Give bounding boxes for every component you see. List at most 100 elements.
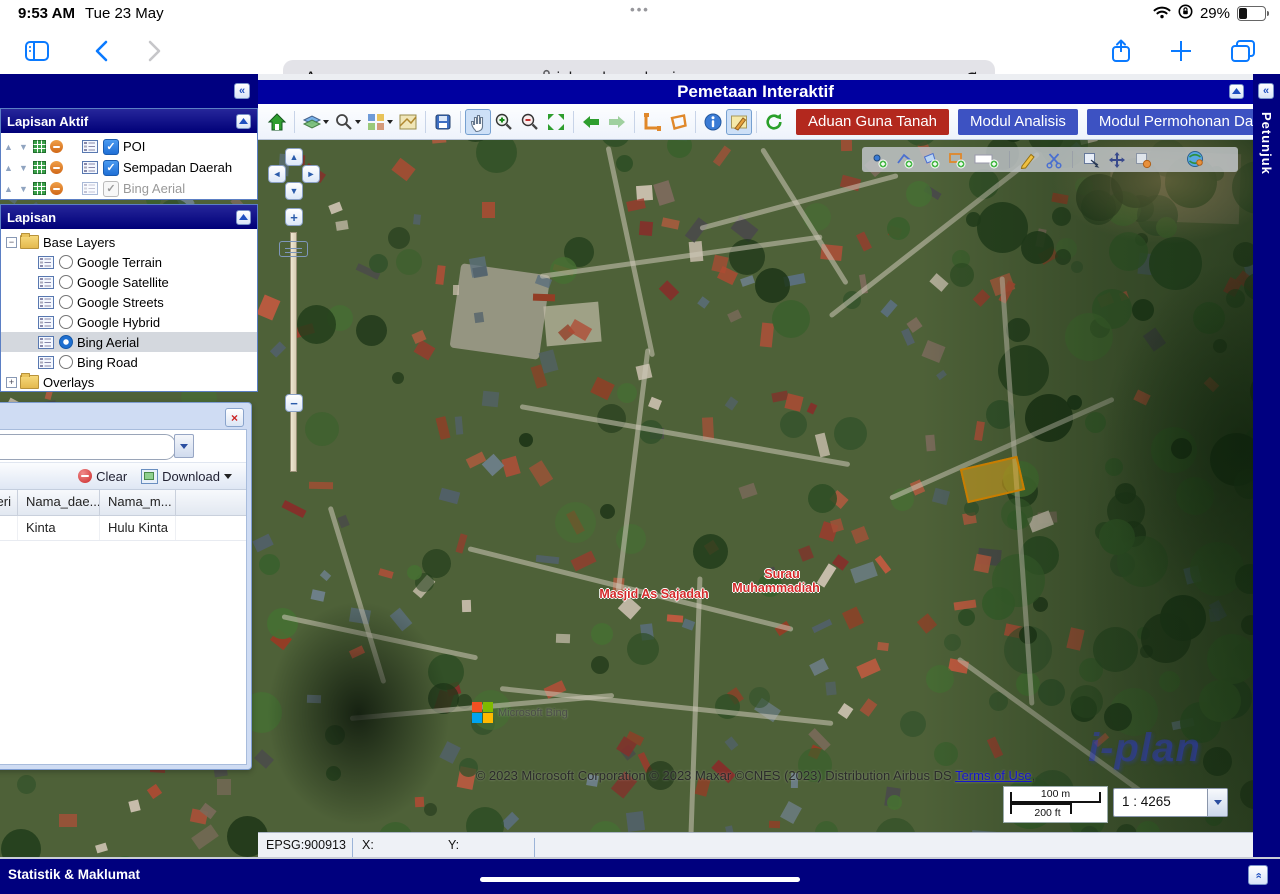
legend-icon[interactable] — [82, 161, 98, 174]
edit-pencil-icon[interactable] — [1015, 149, 1041, 170]
close-icon[interactable]: × — [225, 408, 244, 427]
remove-icon[interactable] — [50, 161, 63, 174]
remove-icon[interactable] — [50, 140, 63, 153]
column-header[interactable]: Nama_dae... — [18, 490, 100, 515]
legend-icon[interactable] — [38, 316, 54, 329]
zoom-slider-handle[interactable] — [279, 241, 308, 257]
clear-selection-icon[interactable] — [1130, 149, 1156, 170]
back-icon[interactable] — [84, 34, 118, 68]
add-line-icon[interactable] — [892, 149, 918, 170]
layers-menu-icon[interactable] — [299, 109, 331, 135]
home-icon[interactable] — [264, 109, 290, 135]
radio-selected-icon[interactable] — [59, 335, 73, 349]
forward-icon[interactable] — [138, 34, 172, 68]
tree-layer-row[interactable]: Google Terrain — [1, 252, 257, 272]
chevron-down-icon[interactable] — [1207, 789, 1227, 816]
tree-layer-row[interactable]: Google Hybrid — [1, 312, 257, 332]
zoom-menu-icon[interactable] — [331, 109, 363, 135]
zoom-slider-track[interactable] — [290, 232, 297, 472]
pan-west-button[interactable]: ◄ — [268, 165, 286, 183]
radio-icon[interactable] — [59, 275, 73, 289]
tree-layer-row[interactable]: Bing Road — [1, 352, 257, 372]
clear-button[interactable]: Clear — [78, 469, 127, 484]
measure-length-icon[interactable] — [639, 109, 665, 135]
search-input[interactable] — [0, 434, 176, 460]
radio-icon[interactable] — [59, 255, 73, 269]
add-polygon-icon[interactable] — [918, 149, 944, 170]
pan-north-button[interactable]: ▲ — [285, 148, 303, 166]
legend-icon[interactable] — [38, 256, 54, 269]
tree-layer-row-selected[interactable]: Bing Aerial — [1, 332, 257, 352]
sort-up-icon[interactable]: ▲ — [1, 184, 16, 194]
modul-analisis-button[interactable]: Modul Analisis — [958, 109, 1078, 135]
sidebar-icon[interactable] — [20, 34, 54, 68]
collapse-node-icon[interactable] — [6, 237, 17, 248]
pan-south-button[interactable]: ▼ — [285, 182, 303, 200]
zoom-out-icon[interactable] — [517, 109, 543, 135]
share-icon[interactable] — [1104, 34, 1138, 68]
sort-down-icon[interactable]: ▼ — [16, 142, 31, 152]
refresh-icon[interactable] — [761, 109, 787, 135]
double-chevron-left-icon[interactable]: « — [1258, 83, 1274, 99]
tree-layer-row[interactable]: Google Streets — [1, 292, 257, 312]
add-rectangle-icon[interactable] — [944, 149, 970, 170]
download-button[interactable]: Download — [141, 469, 232, 484]
zoom-in-icon[interactable] — [491, 109, 517, 135]
tree-folder-row[interactable]: Base Layers — [1, 232, 257, 252]
sort-down-icon[interactable]: ▼ — [16, 163, 31, 173]
column-header[interactable]: eri — [0, 490, 18, 515]
terms-of-use-link[interactable]: Terms of Use — [955, 768, 1032, 783]
tree-layer-row[interactable]: Google Satellite — [1, 272, 257, 292]
legend-icon[interactable] — [82, 140, 98, 153]
full-extent-icon[interactable] — [543, 109, 569, 135]
cut-icon[interactable] — [1041, 149, 1067, 170]
radio-icon[interactable] — [59, 355, 73, 369]
add-point-icon[interactable] — [866, 149, 892, 170]
aduan-guna-tanah-button[interactable]: Aduan Guna Tanah — [796, 109, 949, 135]
tree-folder-row[interactable]: Overlays — [1, 372, 257, 392]
chevron-down-icon[interactable] — [174, 434, 194, 458]
legend-icon[interactable] — [38, 276, 54, 289]
new-tab-icon[interactable] — [1164, 34, 1198, 68]
legend-icon[interactable] — [38, 356, 54, 369]
add-label-icon[interactable] — [970, 149, 1004, 170]
select-icon[interactable] — [1078, 149, 1104, 170]
collapse-panel-button[interactable] — [236, 114, 251, 129]
previous-extent-icon[interactable] — [578, 109, 604, 135]
info-icon[interactable] — [700, 109, 726, 135]
table-icon[interactable] — [33, 161, 46, 174]
sort-up-icon[interactable]: ▲ — [1, 142, 16, 152]
radio-icon[interactable] — [59, 315, 73, 329]
sort-up-icon[interactable]: ▲ — [1, 163, 16, 173]
zoom-in-button[interactable]: + — [285, 208, 303, 226]
save-icon[interactable] — [430, 109, 456, 135]
table-icon[interactable] — [33, 182, 46, 195]
overview-map-icon[interactable] — [395, 109, 421, 135]
table-row[interactable]: Kinta Hulu Kinta — [0, 516, 246, 541]
table-icon[interactable] — [33, 140, 46, 153]
move-icon[interactable] — [1104, 149, 1130, 170]
globe-icon[interactable] — [1182, 149, 1208, 170]
pan-east-button[interactable]: ► — [302, 165, 320, 183]
basemap-menu-icon[interactable] — [363, 109, 395, 135]
checkbox-icon[interactable] — [103, 160, 119, 176]
collapse-panel-button[interactable] — [236, 210, 251, 225]
expand-panel-button[interactable]: « — [1248, 865, 1268, 885]
tabs-icon[interactable] — [1226, 34, 1260, 68]
pan-hand-icon[interactable] — [465, 109, 491, 135]
radio-icon[interactable] — [59, 295, 73, 309]
expand-node-icon[interactable] — [6, 377, 17, 388]
scale-ratio-select[interactable]: 1 : 4265 — [1113, 788, 1228, 817]
sort-down-icon[interactable]: ▼ — [16, 184, 31, 194]
home-indicator[interactable] — [480, 877, 800, 882]
tab-petunjuk[interactable]: Petunjuk — [1259, 112, 1274, 175]
measure-area-icon[interactable] — [665, 109, 691, 135]
collapse-title-button[interactable] — [1229, 84, 1244, 99]
next-extent-icon[interactable] — [604, 109, 630, 135]
legend-icon[interactable] — [38, 336, 54, 349]
column-header[interactable]: Nama_m... — [100, 490, 176, 515]
modul-permohonan-data-button[interactable]: Modul Permohonan Data — [1087, 109, 1278, 135]
remove-icon[interactable] — [50, 182, 63, 195]
identify-icon[interactable] — [726, 109, 752, 135]
zoom-out-button[interactable]: − — [285, 394, 303, 412]
